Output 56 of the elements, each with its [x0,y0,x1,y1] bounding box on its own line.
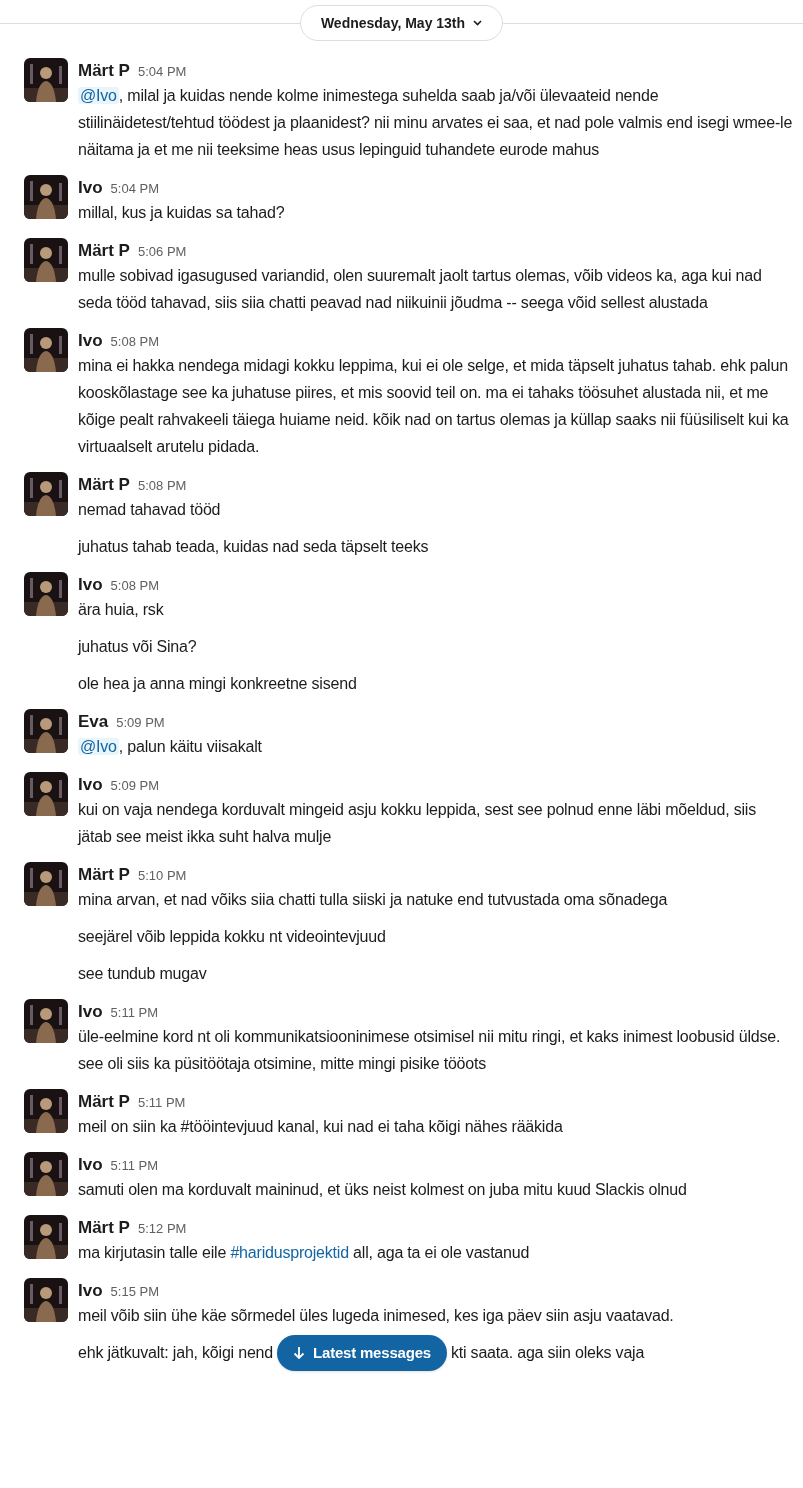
author-name[interactable]: Ivo [78,328,103,354]
author-name[interactable]: Ivo [78,175,103,201]
author-name[interactable]: Ivo [78,999,103,1025]
message-time[interactable]: 5:08 PM [137,476,187,496]
message-text: ära huia, rsk [78,600,165,620]
message-text: ehk jätkuvalt: jah, kõigi nend [78,1343,274,1363]
message-time[interactable]: 5:04 PM [110,179,159,199]
message-time[interactable]: 5:11 PM [110,1003,158,1023]
latest-messages-button[interactable]: Latest messages [277,1334,447,1371]
author-name[interactable]: Ivo [78,1152,103,1178]
message-time[interactable]: 5:11 PM [110,1156,158,1176]
author-name[interactable]: Märt P [78,862,130,888]
arrow-down-icon [293,1345,306,1360]
message-text: ole hea ja anna mingi konkreetne sisend [78,674,358,694]
author-name[interactable]: Märt P [78,472,130,498]
author-name[interactable]: Ivo [78,772,103,798]
author-name[interactable]: Märt P [78,1215,130,1241]
message-text: meil on siin ka #tööintevjuud kanal, kui nad ei taha kõigi nähes rääkida [78,1117,564,1137]
chevron-down-icon [473,20,483,26]
message-text: ma kirjutasin talle eile #haridusprojektid all, aga ta ei ole vastanud [78,1243,531,1263]
message-text: juhatus tahab teada, kuidas nad seda täpselt teeks [78,537,430,557]
author-name[interactable]: Eva [78,709,109,735]
message-text: kti saata. aga siin oleks vaja [450,1343,645,1363]
user-mention[interactable]: @Ivo [78,87,119,104]
message-text: millal, kus ja kuidas sa tahad? [78,203,286,223]
message-time[interactable]: 5:08 PM [110,576,159,596]
message-time[interactable]: 5:15 PM [110,1282,159,1302]
author-name[interactable]: Ivo [78,1278,103,1304]
message-text: kui on vaja nendega korduvalt mingeid asju kokku leppida, sest see polnud enne läbi mõeldud, siis jätab see meist ikka suht halva mulje [78,800,757,847]
message-text: seejärel võib leppida kokku nt videointevjuud [78,927,387,947]
author-name[interactable]: Märt P [78,58,130,84]
message-time[interactable]: 5:11 PM [137,1093,186,1113]
message-time[interactable]: 5:09 PM [110,776,159,796]
message-time[interactable]: 5:10 PM [137,866,187,886]
author-name[interactable]: Märt P [78,1089,130,1115]
message-text: @Ivo, milal ja kuidas nende kolme inimestega suhelda saab ja/või ülevaateid nende stiilinäidetest/tehtud töödest ja plaanidest? nii minu arvates ei saa, et nad pole valmis end isegi wmee-le näitama ja et me nii teeksime heas usus lepinguid tuhandete eurode mahus [78,86,793,160]
author-name[interactable]: Märt P [78,238,130,264]
message-text: juhatus või Sina? [78,637,198,657]
message-text: meil võib siin ühe käe sõrmedel üles lugeda inimesed, kes iga päev siin asju vaatavad. [78,1306,675,1326]
author-name[interactable]: Ivo [78,572,103,598]
user-mention[interactable]: @Ivo [78,738,119,755]
date-divider-button[interactable]: Wednesday, May 13th [299,5,504,41]
message-time[interactable]: 5:04 PM [137,62,187,82]
message-text: mina arvan, et nad võiks siia chatti tulla siiski ja natuke end tutvustada oma sõnadega [78,890,669,910]
message-time[interactable]: 5:09 PM [116,713,165,733]
message-text: üle-eelmine kord nt oli kommunikatsiooninimese otsimisel nii mitu ringi, et kaks inimest loobusid üldse. see oli siis ka püsitöötaja otsimine, mitte mingi pisike tööots [78,1027,782,1074]
message-text: @Ivo, palun käitu viisakalt [78,737,263,757]
channel-link[interactable]: #haridusprojektid [230,1244,349,1261]
message-text: mina ei hakka nendega midagi kokku leppima, kui ei ole selge, et mida täpselt juhatus tahab. ehk palun kooskõlastage see ka juhatuse piires, et mis soovid teil on. ma ei tahaks töösuhet alustada nii, et me kõige pealt rahvakeeli täiega huiame neid. kõik nad on tartus olemas ja küllap saaks nii füüsiliselt kui ka virtuaalselt arutelu pidada. [78,356,790,457]
message-text: see tundub mugav [78,964,208,984]
message-text: mulle sobivad igasugused variandid, olen suuremalt jaolt tartus olemas, võib videos ka, aga kui nad seda tööd tahavad, siis siia chatti peavad nad niikuinii jõudma -- seega võid sellest alustada [78,266,763,313]
message-text: nemad tahavad tööd [78,500,222,520]
message-time[interactable]: 5:06 PM [137,242,187,262]
message-time[interactable]: 5:12 PM [137,1219,187,1239]
message-text: samuti olen ma korduvalt maininud, et üks neist kolmest on juba mitu kuud Slackis olnud [78,1180,688,1200]
message-time[interactable]: 5:08 PM [110,332,159,352]
